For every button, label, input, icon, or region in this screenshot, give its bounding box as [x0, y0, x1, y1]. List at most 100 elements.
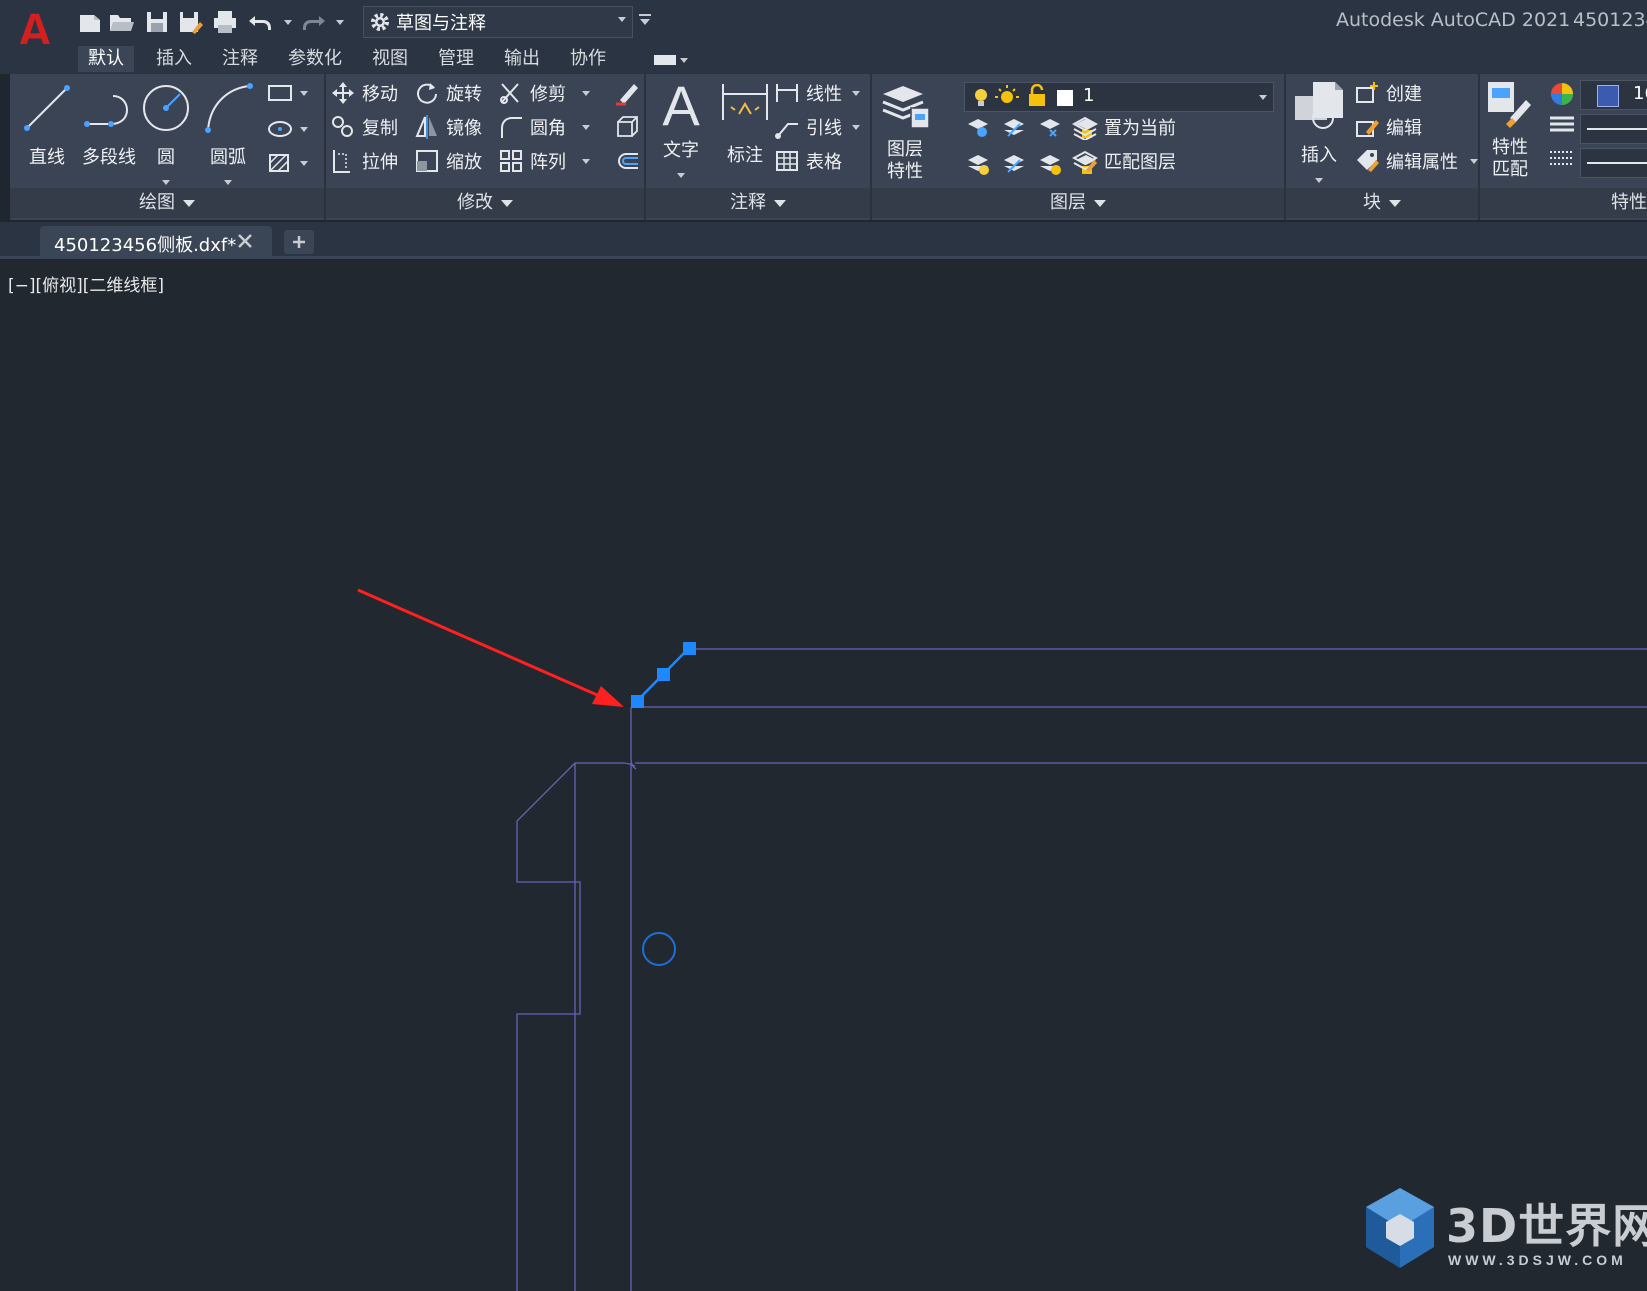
line-tool[interactable]: 直线	[12, 80, 82, 169]
panel-annotation: A 文字 标注 线性 引线 表格 注释	[646, 74, 872, 220]
close-icon[interactable]	[236, 232, 254, 250]
panel-draw: 直线 多段线 圆 圆弧 绘图	[10, 74, 326, 220]
scale-tool[interactable]: 缩放	[414, 148, 482, 174]
color-value: 16	[1633, 83, 1647, 104]
grip-end[interactable]	[683, 642, 696, 655]
redo-icon[interactable]	[300, 8, 328, 36]
panel-block-title[interactable]: 块	[1286, 188, 1478, 218]
stretch-icon	[333, 150, 350, 173]
match-properties-icon	[1488, 82, 1531, 128]
dimension-icon	[722, 84, 768, 120]
ribbon: 直线 多段线 圆 圆弧 绘图 移动 旋转 修剪 复制 镜像 圆角 拉伸 缩放 阵…	[10, 74, 1647, 220]
undo-dropdown-icon[interactable]	[274, 8, 302, 36]
open-icon[interactable]	[108, 8, 136, 36]
match-layer-tool[interactable]: 匹配图层	[1072, 148, 1176, 174]
edit-block-tool[interactable]: 编辑	[1354, 114, 1422, 140]
gear-icon	[371, 13, 389, 31]
tab-collaborate[interactable]: 协作	[560, 46, 616, 72]
plot-icon[interactable]	[211, 8, 239, 36]
panel-annotation-title[interactable]: 注释	[646, 188, 870, 218]
customize-qat-icon[interactable]	[638, 12, 652, 31]
layer-state-icons	[975, 84, 1073, 106]
leader-tool[interactable]: 引线	[774, 114, 860, 140]
drawing-viewport[interactable]: [−][俯视][二维线框]	[0, 261, 1647, 1291]
text-tool[interactable]: A 文字	[646, 78, 716, 183]
line-label: 直线	[29, 147, 65, 168]
explode-icon	[617, 116, 638, 137]
title-bar: A 草图与注释 Autodesk AutoCAD 2021 450123	[0, 0, 1647, 58]
linetype-dropdown[interactable]	[1580, 148, 1647, 178]
tab-manage[interactable]: 管理	[428, 46, 484, 72]
set-current-layer-tool[interactable]: 置为当前	[1072, 114, 1176, 140]
chevron-down-icon[interactable]	[224, 180, 232, 185]
polyline-icon	[84, 95, 129, 127]
panel-layers-title[interactable]: 图层	[872, 188, 1284, 218]
copy-tool[interactable]: 复制	[330, 114, 398, 140]
linear-dim-tool[interactable]: 线性	[774, 80, 860, 106]
workspace-select[interactable]: 草图与注释	[363, 6, 633, 38]
arc-tool[interactable]: 圆弧	[196, 80, 260, 190]
corner-edge[interactable]	[630, 707, 637, 770]
erase-tool[interactable]	[614, 80, 640, 106]
edit-attributes-tool[interactable]: 编辑属性	[1354, 148, 1478, 174]
circle-tool[interactable]: 圆	[136, 80, 196, 190]
ribbon-minimize-icon[interactable]	[652, 52, 690, 66]
hatch-tool[interactable]	[266, 152, 308, 174]
rotate-tool[interactable]: 旋转	[414, 80, 482, 106]
panel-properties-title[interactable]: 特性	[1480, 188, 1647, 218]
fillet-tool[interactable]: 圆角	[498, 114, 590, 140]
undo-icon[interactable]	[246, 8, 274, 36]
side-profile[interactable]	[516, 762, 636, 1291]
table-tool[interactable]: 表格	[774, 148, 842, 174]
polyline-label: 多段线	[82, 147, 136, 168]
layer-properties-tool[interactable]: 图层 特性	[872, 80, 938, 183]
stretch-tool[interactable]: 拉伸	[330, 148, 398, 174]
tab-parametric[interactable]: 参数化	[278, 46, 352, 72]
plus-icon	[293, 236, 305, 248]
drawing-canvas[interactable]	[0, 261, 1647, 1291]
grip-start[interactable]	[631, 695, 644, 708]
new-icon[interactable]	[76, 8, 104, 36]
match-layer-icon	[1072, 150, 1098, 172]
tab-default[interactable]: 默认	[78, 46, 134, 72]
chevron-down-icon	[852, 90, 860, 96]
panel-block: 插入 创建 编辑 编辑属性 块	[1286, 74, 1480, 220]
document-tab[interactable]: 450123456侧板.dxf*	[40, 226, 272, 258]
tab-output[interactable]: 输出	[494, 46, 550, 72]
explode-tool[interactable]	[614, 114, 640, 140]
save-as-icon[interactable]	[177, 8, 205, 36]
trim-tool[interactable]: 修剪	[498, 80, 590, 106]
app-title: Autodesk AutoCAD 2021	[1336, 9, 1571, 31]
lineweight-dropdown[interactable]	[1580, 114, 1647, 144]
tab-annotate[interactable]: 注释	[212, 46, 268, 72]
circle-icon	[143, 85, 189, 131]
grip-mid[interactable]	[657, 668, 670, 681]
tab-insert[interactable]: 插入	[146, 46, 202, 72]
color-dropdown[interactable]: 16	[1580, 80, 1647, 110]
chevron-down-icon[interactable]	[1315, 178, 1323, 183]
match-properties-tool[interactable]: 特性 匹配	[1478, 78, 1542, 181]
offset-tool[interactable]	[614, 148, 640, 174]
insert-block-tool[interactable]: 插入	[1286, 78, 1352, 188]
ellipse-tool[interactable]	[266, 118, 308, 140]
new-tab-button[interactable]	[284, 230, 314, 254]
mirror-tool[interactable]: 镜像	[414, 114, 482, 140]
chevron-down-icon	[1259, 95, 1267, 100]
panel-modify-title[interactable]: 修改	[326, 188, 644, 218]
move-tool[interactable]: 移动	[330, 80, 398, 106]
save-icon[interactable]	[143, 8, 171, 36]
chevron-down-icon	[852, 124, 860, 130]
layer-dropdown[interactable]: 1	[964, 82, 1274, 112]
dimension-tool[interactable]: 标注	[710, 80, 780, 167]
chevron-down-icon[interactable]	[162, 180, 170, 185]
panel-draw-title[interactable]: 绘图	[10, 188, 324, 218]
redo-dropdown-icon[interactable]	[326, 8, 354, 36]
rectangle-tool[interactable]	[266, 82, 308, 104]
tab-view[interactable]: 视图	[362, 46, 418, 72]
polyline-tool[interactable]: 多段线	[74, 80, 144, 169]
array-tool[interactable]: 阵列	[498, 148, 590, 174]
chevron-down-icon[interactable]	[677, 173, 685, 178]
mirror-icon	[415, 115, 437, 139]
workspace-label: 草图与注释	[396, 13, 486, 34]
create-block-tool[interactable]: 创建	[1354, 80, 1422, 106]
